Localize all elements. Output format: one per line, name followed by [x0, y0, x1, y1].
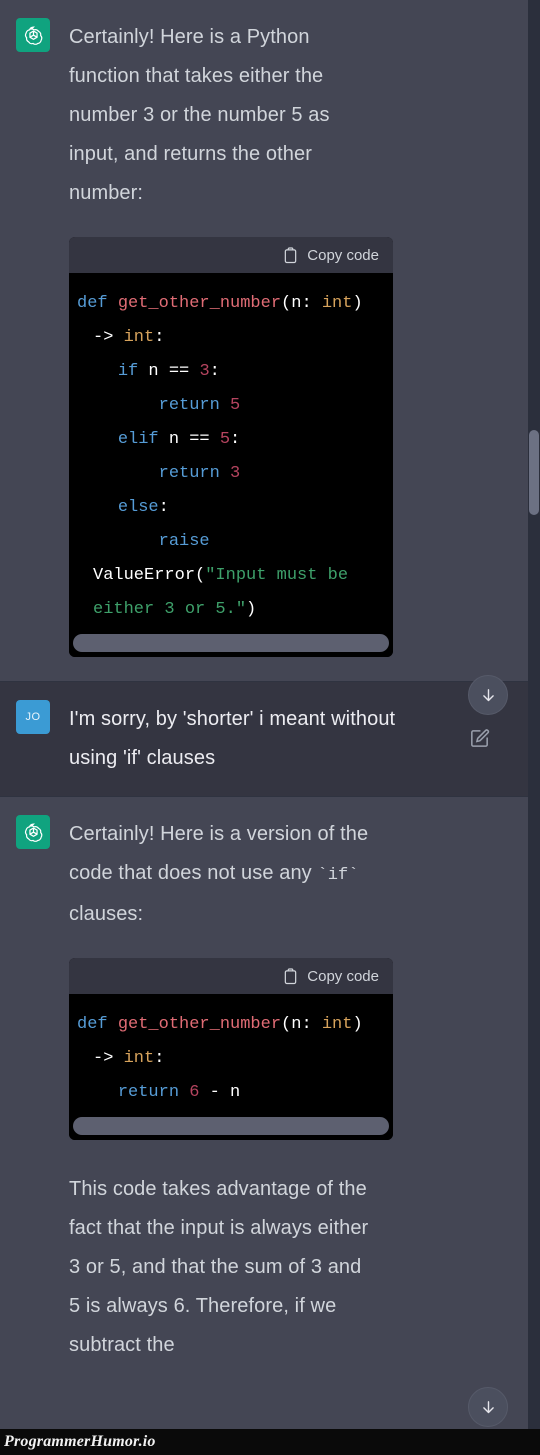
chat-conversation: Certainly! Here is a Python function tha… — [0, 0, 540, 1455]
code-line: elif n == 5: — [69, 423, 393, 457]
code-token: 6 — [189, 1083, 200, 1102]
message-row-assistant-1: Certainly! Here is a Python function tha… — [0, 0, 528, 681]
code-token: ) — [246, 600, 257, 619]
avatar — [16, 18, 50, 52]
code-token: 3 — [230, 464, 241, 483]
code-token: 5 — [230, 396, 241, 415]
code-token: int — [321, 294, 353, 313]
code-token: : — [154, 328, 165, 347]
scroll-to-bottom-button[interactable] — [468, 675, 508, 715]
scroll-to-bottom-button[interactable] — [468, 1387, 508, 1427]
page-scrollbar-thumb[interactable] — [529, 430, 539, 515]
edit-message-button[interactable] — [468, 727, 492, 751]
watermark-label: ProgrammerHumor.io — [4, 1433, 156, 1450]
code-block-2: Copy code def get_other_number(n: int) -… — [69, 958, 393, 1140]
code-token: int — [123, 1049, 155, 1068]
page-scrollbar-track[interactable] — [528, 0, 540, 1455]
code-line: return 5 — [69, 389, 393, 423]
code-token: : — [158, 498, 169, 517]
assistant-closing-paragraph: This code takes advantage of the fact th… — [69, 1178, 369, 1356]
code-block-1: Copy code def get_other_number(n: int) -… — [69, 237, 393, 657]
code-token: elif — [117, 430, 159, 449]
code-line: raise ValueError("Input must be either 3… — [69, 525, 393, 627]
code-token: n == — [158, 430, 220, 449]
code-token: : — [230, 430, 241, 449]
code-line: def get_other_number(n: int) -> int: — [69, 287, 393, 355]
assistant-paragraph: Certainly! Here is a Python function tha… — [69, 26, 330, 204]
edit-icon — [468, 727, 492, 750]
clipboard-icon — [283, 967, 298, 985]
code-content-1[interactable]: def get_other_number(n: int) -> int: if … — [69, 273, 393, 631]
code-token: : — [154, 1049, 165, 1068]
code-token: 3 — [199, 362, 210, 381]
avatar: JO — [16, 700, 50, 734]
code-line: return 3 — [69, 457, 393, 491]
user-paragraph: I'm sorry, by 'shorter' i meant without … — [69, 708, 396, 769]
code-token: else — [117, 498, 159, 517]
code-line: return 6 - n — [69, 1076, 393, 1110]
avatar-initials: JO — [25, 711, 41, 723]
arrow-down-icon — [480, 1399, 497, 1416]
code-token: get_other_number — [117, 1015, 282, 1034]
message-row-assistant-2: Certainly! Here is a version of the code… — [0, 797, 528, 1383]
scrollbar-thumb[interactable] — [73, 634, 389, 652]
code-token: return — [117, 1083, 180, 1102]
copy-code-button[interactable]: Copy code — [275, 964, 387, 989]
code-content-2[interactable]: def get_other_number(n: int) -> int: ret… — [69, 994, 393, 1114]
code-horizontal-scrollbar-2[interactable] — [69, 1114, 393, 1140]
code-token: (n: — [281, 1015, 322, 1034]
code-line: else: — [69, 491, 393, 525]
avatar — [16, 815, 50, 849]
code-token: int — [123, 328, 155, 347]
clipboard-icon — [283, 246, 298, 264]
code-token: (n: — [281, 294, 322, 313]
code-token: n == — [138, 362, 200, 381]
code-token: 5 — [219, 430, 231, 449]
copy-code-label: Copy code — [307, 967, 379, 985]
code-line: def get_other_number(n: int) -> int: — [69, 1008, 393, 1076]
code-token: def — [77, 1015, 118, 1034]
code-token: raise — [158, 532, 210, 551]
copy-code-button[interactable]: Copy code — [275, 243, 387, 268]
code-token: get_other_number — [117, 294, 282, 313]
code-token: return — [158, 464, 220, 483]
message-row-user: JO I'm sorry, by 'shorter' i meant witho… — [0, 681, 528, 797]
watermark: ProgrammerHumor.io — [0, 1429, 540, 1455]
code-horizontal-scrollbar-1[interactable] — [69, 631, 393, 657]
message-body: I'm sorry, by 'shorter' i meant without … — [69, 700, 512, 778]
scrollbar-thumb[interactable] — [73, 1117, 389, 1135]
code-block-header: Copy code — [69, 237, 393, 273]
copy-code-label: Copy code — [307, 246, 379, 264]
code-token: - n — [199, 1083, 241, 1102]
code-token: int — [321, 1015, 353, 1034]
message-body: Certainly! Here is a version of the code… — [69, 815, 512, 1365]
code-line: if n == 3: — [69, 355, 393, 389]
code-block-header: Copy code — [69, 958, 393, 994]
inline-code-if: `if` — [317, 866, 359, 885]
code-token: return — [158, 396, 220, 415]
code-token: def — [77, 294, 118, 313]
openai-logo-icon — [22, 821, 45, 844]
message-body: Certainly! Here is a Python function tha… — [69, 18, 512, 663]
assistant-paragraph-2: Certainly! Here is a version of the code… — [69, 815, 369, 934]
code-token: if — [117, 362, 139, 381]
code-token: : — [209, 362, 220, 381]
paragraph-text-after: clauses: — [69, 903, 144, 925]
arrow-down-icon — [480, 687, 497, 704]
openai-logo-icon — [22, 24, 45, 47]
